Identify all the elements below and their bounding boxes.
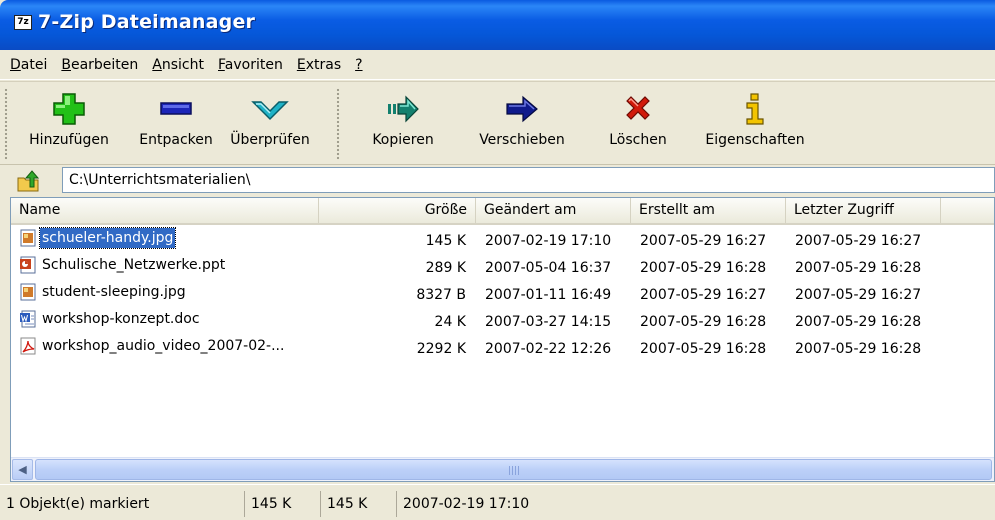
properties-button[interactable]: Eigenschaften: [692, 86, 818, 162]
file-modified: 2007-05-04 16:37: [485, 260, 612, 276]
toolbar-grip[interactable]: [4, 88, 8, 160]
file-row[interactable]: workshop_audio_video_2007-02-... 2292 K …: [11, 336, 994, 362]
column-size[interactable]: Größe: [319, 198, 476, 223]
copy-arrow-icon: [388, 95, 419, 123]
status-date: 2007-02-19 17:10: [396, 491, 696, 517]
pdf-file-icon: [20, 337, 36, 355]
plus-icon: [53, 93, 85, 125]
status-bar: 1 Objekt(e) markiert 145 K 145 K 2007-02…: [0, 484, 995, 520]
scrollbar-thumb[interactable]: [35, 459, 992, 480]
file-list[interactable]: Name Größe Geändert am Erstellt am Letzt…: [10, 197, 995, 482]
delete-x-icon: [626, 96, 650, 120]
move-button-label: Verschieben: [479, 132, 565, 148]
menu-view[interactable]: Ansicht: [145, 57, 211, 73]
minus-icon: [160, 102, 192, 115]
file-name: workshop_audio_video_2007-02-...: [42, 338, 285, 354]
file-name: student-sleeping.jpg: [42, 284, 186, 300]
file-modified: 2007-02-19 17:10: [485, 233, 612, 249]
file-modified: 2007-03-27 14:15: [485, 314, 612, 330]
toolbar: Hinzufügen Entpacken Überprüfen Kopieren…: [0, 81, 995, 165]
file-row[interactable]: Schulische_Netzwerke.ppt 289 K 2007-05-0…: [11, 255, 994, 281]
window-title: 7-Zip Dateimanager: [38, 11, 256, 33]
file-accessed: 2007-05-29 16:28: [795, 314, 922, 330]
column-accessed[interactable]: Letzter Zugriff: [786, 198, 941, 223]
app-logo-icon: 7z: [14, 14, 32, 30]
file-accessed: 2007-05-29 16:28: [795, 341, 922, 357]
folder-up-icon[interactable]: [16, 170, 42, 192]
properties-button-label: Eigenschaften: [705, 132, 805, 148]
menu-file[interactable]: Datei: [3, 57, 54, 73]
file-name: schueler-handy.jpg: [38, 227, 177, 249]
file-row[interactable]: student-sleeping.jpg 8327 B 2007-01-11 1…: [11, 282, 994, 308]
file-created: 2007-05-29 16:27: [640, 233, 767, 249]
file-created: 2007-05-29 16:28: [640, 260, 767, 276]
status-selected-size: 145 K: [244, 491, 316, 517]
file-modified: 2007-02-22 12:26: [485, 341, 612, 357]
file-name: workshop-konzept.doc: [42, 311, 200, 327]
add-button-label: Hinzufügen: [29, 132, 109, 148]
address-bar: [0, 165, 995, 195]
file-size: 145 K: [425, 233, 466, 249]
file-accessed: 2007-05-29 16:28: [795, 260, 922, 276]
image-file-icon: [20, 283, 36, 301]
move-button[interactable]: Verschieben: [470, 86, 574, 162]
file-size: 2292 K: [416, 341, 466, 357]
file-accessed: 2007-05-29 16:27: [795, 287, 922, 303]
test-button-label: Überprüfen: [230, 132, 310, 148]
file-created: 2007-05-29 16:28: [640, 314, 767, 330]
info-icon: [746, 93, 764, 125]
horizontal-scrollbar[interactable]: ◀: [11, 457, 994, 481]
column-name[interactable]: Name: [11, 198, 319, 223]
powerpoint-file-icon: [20, 256, 36, 274]
copy-button-label: Kopieren: [372, 132, 434, 148]
move-arrow-icon: [506, 95, 538, 123]
test-button[interactable]: Überprüfen: [222, 86, 318, 162]
file-created: 2007-05-29 16:27: [640, 287, 767, 303]
image-file-icon: [20, 229, 36, 247]
scrollbar-grip-icon: [508, 466, 519, 475]
menu-edit[interactable]: Bearbeiten: [54, 57, 145, 73]
toolbar-grip-2[interactable]: [336, 88, 340, 160]
file-modified: 2007-01-11 16:49: [485, 287, 612, 303]
file-created: 2007-05-29 16:28: [640, 341, 767, 357]
column-modified[interactable]: Geändert am: [476, 198, 631, 223]
extract-button-label: Entpacken: [139, 132, 213, 148]
file-size: 8327 B: [416, 287, 466, 303]
column-header: Name Größe Geändert am Erstellt am Letzt…: [11, 198, 994, 225]
copy-button[interactable]: Kopieren: [360, 86, 446, 162]
file-accessed: 2007-05-29 16:27: [795, 233, 922, 249]
menu-extras[interactable]: Extras: [290, 57, 348, 73]
file-row[interactable]: schueler-handy.jpg 145 K 2007-02-19 17:1…: [11, 227, 994, 254]
menu-bar: Datei Bearbeiten Ansicht Favoriten Extra…: [0, 50, 995, 80]
status-selection: 1 Objekt(e) markiert: [6, 496, 150, 512]
file-name: Schulische_Netzwerke.ppt: [42, 257, 226, 273]
column-created[interactable]: Erstellt am: [631, 198, 786, 223]
title-bar[interactable]: 7z 7-Zip Dateimanager: [0, 0, 995, 50]
file-size: 24 K: [434, 314, 466, 330]
add-button[interactable]: Hinzufügen: [14, 86, 124, 162]
file-size: 289 K: [425, 260, 466, 276]
scroll-left-arrow-icon[interactable]: ◀: [12, 459, 33, 480]
check-icon: [251, 101, 289, 121]
extract-button[interactable]: Entpacken: [128, 86, 224, 162]
file-row[interactable]: workshop-konzept.doc 24 K 2007-03-27 14:…: [11, 309, 994, 335]
delete-button-label: Löschen: [609, 132, 667, 148]
delete-button[interactable]: Löschen: [596, 86, 680, 162]
menu-favorites[interactable]: Favoriten: [211, 57, 290, 73]
path-input[interactable]: [62, 167, 995, 193]
status-total-size: 145 K: [320, 491, 392, 517]
menu-help[interactable]: ?: [348, 57, 369, 73]
word-file-icon: [20, 310, 36, 328]
